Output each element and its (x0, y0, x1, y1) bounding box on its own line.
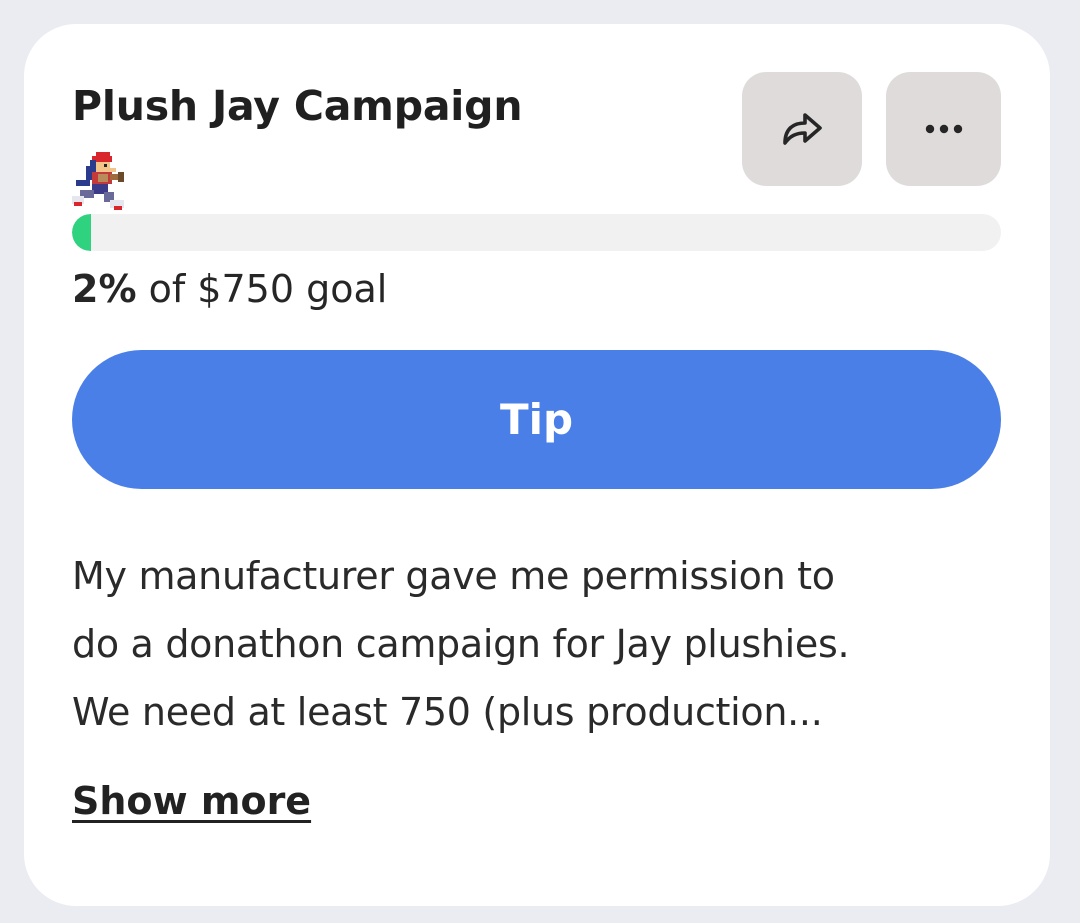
tip-button[interactable]: Tip (72, 350, 1001, 489)
show-more-link[interactable]: Show more (72, 779, 311, 823)
tip-button-label: Tip (499, 395, 574, 444)
share-icon (783, 113, 822, 145)
goal-amount: of $750 goal (136, 267, 388, 311)
description-line: do a donathon campaign for Jay plushies. (72, 622, 850, 666)
campaign-description: My manufacturer gave me permission to do… (72, 542, 1007, 746)
more-horizontal-icon (925, 124, 962, 134)
jay-sprite-icon (72, 152, 124, 210)
description-line: My manufacturer gave me permission to (72, 554, 835, 598)
share-button[interactable] (742, 72, 862, 186)
progress-bar (72, 214, 1001, 251)
goal-text: 2% of $750 goal (72, 267, 387, 311)
more-options-button[interactable] (886, 72, 1001, 186)
progress-fill (72, 214, 91, 251)
description-line: We need at least 750 (plus production... (72, 690, 823, 734)
campaign-card: Plush Jay Campaign 2% of $750 goal Tip M… (24, 24, 1050, 906)
campaign-title: Plush Jay Campaign (72, 82, 523, 130)
goal-percent: 2% (72, 267, 137, 311)
